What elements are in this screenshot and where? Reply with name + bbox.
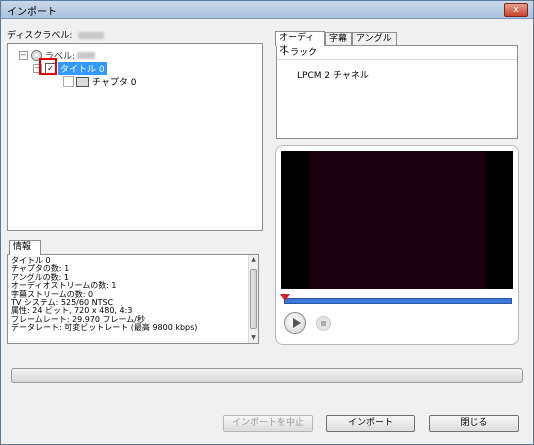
import-button[interactable]: インポート [326,415,415,432]
close-button[interactable]: 閉じる [429,415,519,432]
tab-audio[interactable]: オーディオ [275,31,325,55]
scroll-down-icon[interactable]: ▼ [249,333,258,343]
seek-thumb[interactable] [280,294,290,301]
track-item[interactable]: LPCM 2 チャネル [297,68,369,81]
player-frame [275,145,519,345]
tab-subtitle[interactable]: 字幕 [325,32,352,45]
chapter-checkbox[interactable] [63,76,74,87]
collapse-icon[interactable]: − [19,51,28,60]
tab-info[interactable]: 情報 [9,240,41,255]
play-icon [293,318,301,328]
stop-icon [321,321,326,326]
title-bar[interactable]: インポート x [1,1,533,19]
close-window-button[interactable]: x [504,3,528,17]
tree-node-root[interactable]: − ラベル: [19,49,96,62]
disc-label-text: ディスクラベル: [7,31,73,41]
import-progress-bar [11,368,523,383]
track-header[interactable]: トラック [277,46,517,60]
disc-label-value-redacted [78,32,105,39]
info-line: データレート: 可変ビットレート (最高 9800 kbps) [11,323,198,333]
import-dialog: インポート x ディスクラベル: − ラベル: − ✓ タイトル 0 チャプタ … [0,0,534,445]
seek-bar[interactable] [280,294,512,304]
root-label-redacted [77,52,96,59]
play-button[interactable] [284,312,306,334]
info-panel: タイトル 0 チャプタの数: 1 アングルの数: 1 オーディオストリームの数:… [7,254,259,344]
disc-label-caption: ディスクラベル: [7,28,105,41]
chapter-label[interactable]: チャプタ 0 [92,75,137,88]
video-frame [309,151,486,289]
cancel-import-button[interactable]: インポートを中止 [223,415,313,432]
close-icon: x [513,5,519,15]
scroll-thumb[interactable] [250,269,257,329]
video-area [281,151,513,289]
stop-button[interactable] [316,316,331,331]
title-label[interactable]: タイトル 0 [58,62,107,75]
info-scrollbar[interactable]: ▲ ▼ [248,255,258,343]
scroll-up-icon[interactable]: ▲ [249,255,258,265]
tab-angle[interactable]: アングル [352,32,397,45]
tree-node-chapter[interactable]: チャプタ 0 [63,75,137,88]
chapter-icon [76,76,89,87]
highlight-annotation [39,58,57,75]
track-list[interactable]: トラック LPCM 2 チャネル [276,45,518,139]
info-text: タイトル 0 チャプタの数: 1 アングルの数: 1 オーディオストリームの数:… [11,256,198,333]
window-title: インポート [7,7,57,18]
